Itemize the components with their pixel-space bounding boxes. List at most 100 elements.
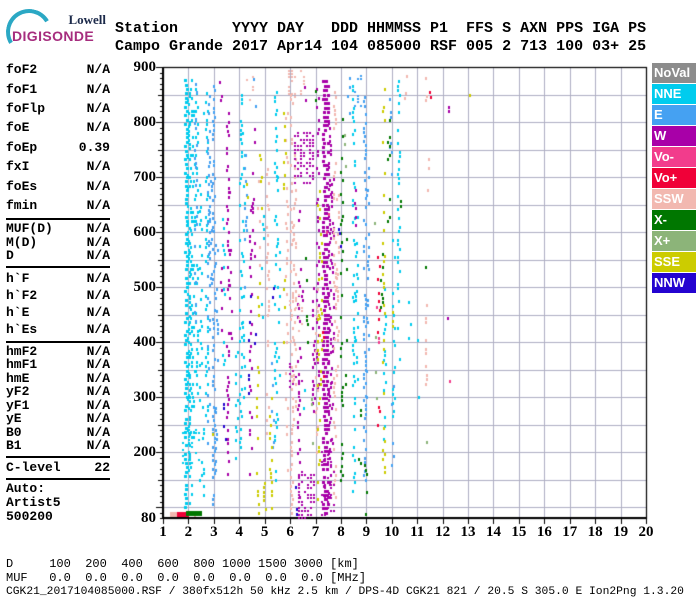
header-fields-row: Station YYYY DAY DDD HHMMSS P1 FFS S AXN… bbox=[115, 20, 647, 37]
param-label: foFlp bbox=[6, 100, 46, 116]
x-tick-label-8: 8 bbox=[337, 524, 345, 540]
x-tick-label-7: 7 bbox=[311, 524, 320, 540]
param-value: N/A bbox=[86, 287, 110, 303]
x-tick-label-12: 12 bbox=[435, 524, 451, 540]
d-values-row: D 100 200 400 600 800 1000 1500 3000 [km… bbox=[6, 557, 359, 571]
x-tick-label-14: 14 bbox=[485, 524, 501, 540]
x-tick-label-11: 11 bbox=[410, 524, 425, 540]
y-tick-label-200: 200 bbox=[133, 444, 157, 460]
logo-lowell-text: Lowell bbox=[68, 12, 106, 27]
param-label: fmin bbox=[6, 197, 38, 213]
x-tick-label-10: 10 bbox=[384, 524, 400, 540]
param-label: Auto: bbox=[6, 481, 46, 497]
param-row-foF1: foF1 N/A bbox=[6, 79, 110, 98]
param-label: foF1 bbox=[6, 81, 38, 97]
param-row-hmF1: hmF1 N/A bbox=[6, 357, 110, 372]
param-row-hF: h`F N/A bbox=[6, 270, 110, 287]
param-row-Auto: Auto: bbox=[6, 481, 110, 497]
param-label: fxI bbox=[6, 159, 30, 175]
param-label: foEs bbox=[6, 178, 38, 194]
x-tick-label-19: 19 bbox=[613, 524, 629, 540]
legend-item-X+: X+ bbox=[652, 231, 696, 251]
section-divider bbox=[6, 265, 110, 268]
x-tick-label-18: 18 bbox=[587, 524, 603, 540]
muf-values-row: MUF 0.0 0.0 0.0 0.0 0.0 0.0 0.0 0.0 [MHz… bbox=[6, 571, 367, 585]
legend-item-SSW: SSW bbox=[652, 189, 696, 209]
section-divider bbox=[6, 455, 110, 458]
param-label: foEp bbox=[6, 139, 38, 155]
param-value: N/A bbox=[86, 248, 110, 264]
param-label: foE bbox=[6, 120, 30, 136]
section-divider bbox=[6, 340, 110, 343]
file-info-line: CGK21_2017104085000.RSF / 380fx512h 50 k… bbox=[6, 586, 684, 598]
param-value: N/A bbox=[86, 304, 110, 320]
param-row-yE: yE N/A bbox=[6, 411, 110, 426]
param-label: C-level bbox=[6, 459, 61, 475]
param-row-foEp: foEp 0.39 bbox=[6, 138, 110, 157]
y-tick-label-300: 300 bbox=[133, 389, 157, 405]
param-row-foEs: foEs N/A bbox=[6, 176, 110, 195]
y-tick-label-800: 800 bbox=[133, 114, 157, 130]
x-tick-label-9: 9 bbox=[362, 524, 371, 540]
param-row-hEs: h`Es N/A bbox=[6, 321, 110, 338]
param-value: N/A bbox=[86, 81, 110, 97]
param-row-Clevel: C-level 22 bbox=[6, 460, 110, 475]
x-tick-label-5: 5 bbox=[260, 524, 269, 540]
section-divider bbox=[6, 477, 110, 480]
y-tick-label-700: 700 bbox=[133, 169, 157, 185]
x-tick-label-20: 20 bbox=[638, 524, 654, 540]
x-tick-label-16: 16 bbox=[536, 524, 552, 540]
header-values-row: Campo Grande 2017 Apr14 104 085000 RSF 0… bbox=[115, 38, 647, 55]
legend-item-NNW: NNW bbox=[652, 273, 696, 293]
legend-item-E: E bbox=[652, 105, 696, 125]
legend-item-NNE: NNE bbox=[652, 84, 696, 104]
ionogram-plot-canvas[interactable] bbox=[141, 55, 661, 535]
x-tick-label-3: 3 bbox=[210, 524, 218, 540]
x-tick-label-1: 1 bbox=[159, 524, 167, 540]
parameter-panel: foF2 N/A foF1 N/A foFlp N/A foE N/A foEp 0.39 fxI N… bbox=[6, 60, 110, 524]
param-value: N/A bbox=[86, 197, 110, 213]
param-value: N/A bbox=[86, 100, 110, 116]
legend-item-SSE: SSE bbox=[652, 252, 696, 272]
param-value: N/A bbox=[86, 321, 110, 337]
param-value: 22 bbox=[94, 459, 110, 475]
param-row-D: D N/A bbox=[6, 248, 110, 264]
param-label: 500200 bbox=[6, 509, 53, 525]
param-value: N/A bbox=[86, 120, 110, 136]
param-label: h`F bbox=[6, 270, 30, 286]
param-row-fxI: fxI N/A bbox=[6, 157, 110, 176]
param-row-B1: B1 N/A bbox=[6, 438, 110, 454]
param-label: h`Es bbox=[6, 321, 38, 337]
param-row-yF2: yF2 N/A bbox=[6, 384, 110, 399]
param-row-yF1: yF1 N/A bbox=[6, 398, 110, 413]
param-label: h`F2 bbox=[6, 287, 38, 303]
param-label: foF2 bbox=[6, 62, 38, 78]
param-value: N/A bbox=[86, 438, 110, 454]
param-label: B1 bbox=[6, 438, 22, 454]
legend-item-W: W bbox=[652, 126, 696, 146]
legend-item-X-: X- bbox=[652, 210, 696, 230]
param-row-hE: h`E N/A bbox=[6, 304, 110, 321]
y-tick-label-400: 400 bbox=[133, 334, 157, 350]
param-row-Artist5: Artist5 bbox=[6, 495, 110, 510]
y-tick-label-900: 900 bbox=[133, 59, 157, 75]
legend-item-Vo+: Vo+ bbox=[652, 168, 696, 188]
param-row-B0: B0 N/A bbox=[6, 425, 110, 440]
param-value: N/A bbox=[86, 159, 110, 175]
param-row-500200: 500200 bbox=[6, 509, 110, 525]
param-row-foE: foE N/A bbox=[6, 118, 110, 137]
legend-item-NoVal: NoVal bbox=[652, 63, 696, 83]
param-value: N/A bbox=[86, 178, 110, 194]
param-row-MD: M(D) N/A bbox=[6, 235, 110, 250]
logo-digisonde-text: DIGISONDE bbox=[12, 28, 95, 44]
x-tick-label-17: 17 bbox=[562, 524, 578, 540]
param-value: N/A bbox=[86, 270, 110, 286]
param-value: N/A bbox=[86, 62, 110, 78]
lowell-digisonde-logo: Lowell DIGISONDE bbox=[1, 4, 114, 60]
digisonde-ionogram-window: Lowell DIGISONDE Station YYYY DAY DDD HH… bbox=[0, 0, 700, 600]
x-tick-label-15: 15 bbox=[511, 524, 527, 540]
param-row-hmE: hmE N/A bbox=[6, 371, 110, 386]
param-value: 0.39 bbox=[78, 139, 110, 155]
param-label: h`E bbox=[6, 304, 30, 320]
legend-item-Vo-: Vo- bbox=[652, 147, 696, 167]
